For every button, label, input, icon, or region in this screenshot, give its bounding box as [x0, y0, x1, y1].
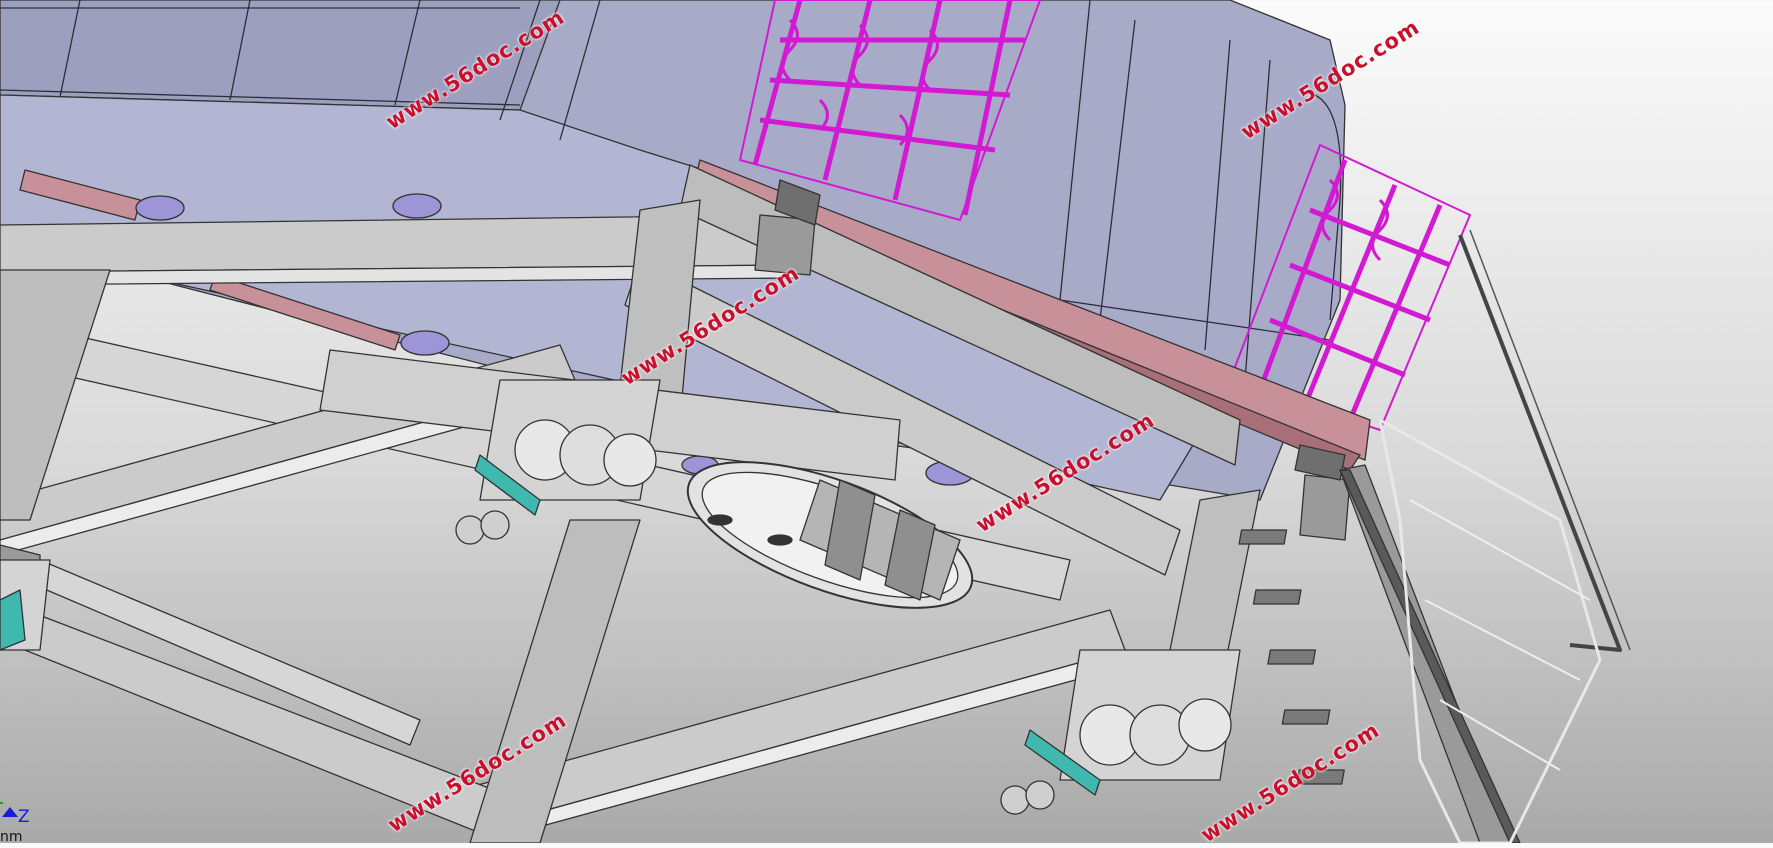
handrail — [1378, 229, 1631, 845]
coordinate-triad-icon — [0, 802, 18, 817]
coordinate-triad: Z nm — [0, 795, 60, 845]
axis-z-label: Z — [18, 807, 30, 827]
cad-model-render — [0, 0, 1631, 845]
cad-viewport[interactable]: www.56doc.com www.56doc.com www.56doc.co… — [0, 0, 1773, 847]
